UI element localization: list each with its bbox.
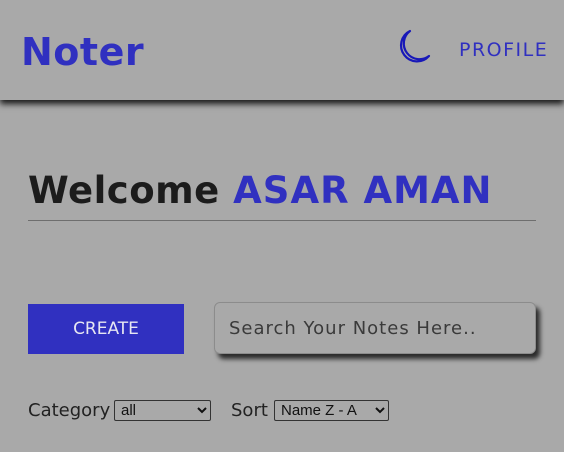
sort-label: Sort <box>231 400 268 421</box>
category-select[interactable]: all <box>114 400 211 421</box>
search-input[interactable] <box>214 302 536 354</box>
welcome-greeting: Welcome <box>28 169 234 212</box>
brand-logo[interactable]: Noter <box>21 30 144 74</box>
welcome-heading: Welcome ASAR AMAN <box>28 168 536 221</box>
welcome-user-name: ASAR AMAN <box>233 169 493 212</box>
category-label: Category <box>28 400 111 421</box>
profile-link[interactable]: PROFILE <box>459 38 548 62</box>
sort-select[interactable]: Name Z - A <box>274 400 389 421</box>
create-button[interactable]: CREATE <box>28 304 184 354</box>
navbar: Noter PROFILE <box>0 0 564 100</box>
moon-icon[interactable] <box>392 26 434 68</box>
